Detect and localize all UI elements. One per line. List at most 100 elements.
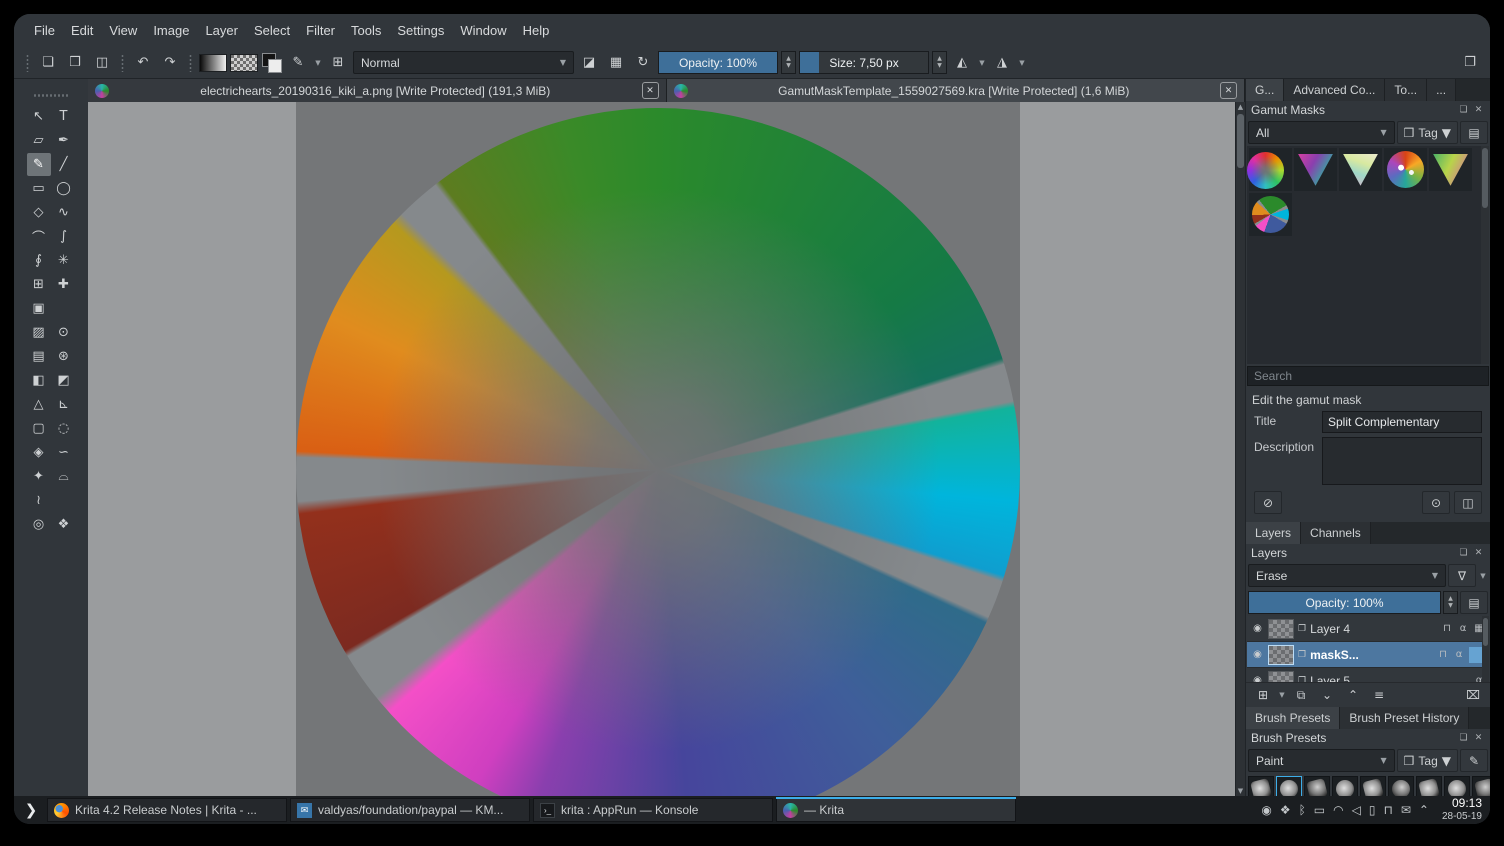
close-docker-icon[interactable]: ✕ [1472,548,1485,558]
undo-button[interactable]: ↶ [131,52,155,74]
document-view[interactable] [296,102,1020,796]
duplicate-layer-button[interactable]: ⧉ [1289,685,1313,705]
visibility-eye-icon[interactable]: ◉ [1251,623,1264,634]
layer-blend-select[interactable]: Erase ▼ [1248,564,1446,587]
taskbar-task[interactable]: — Krita [776,797,1016,822]
visibility-eye-icon[interactable]: ◉ [1251,675,1264,682]
clock[interactable]: 09:13 28-05-19 [1442,797,1482,823]
gamut-mask-thumbnail[interactable] [1247,148,1292,191]
tool-pan[interactable]: ❖ [52,513,76,536]
preserve-alpha-button[interactable]: ▦ [604,52,628,74]
menu-tools[interactable]: Tools [343,20,389,41]
move-layer-down-button[interactable]: ⌄ [1315,685,1339,705]
opacity-slider[interactable]: Opacity: 100% [658,51,778,74]
toolbar-handle[interactable] [120,53,125,72]
layer-filter-caret-icon[interactable]: ▼ [1478,565,1488,587]
mirror-horizontal-caret-icon[interactable]: ▼ [977,52,987,74]
dock-tab-[interactable]: ... [1427,79,1457,101]
save-button[interactable]: ◫ [90,52,114,74]
mirror-horizontal-button[interactable]: ◭ [950,52,974,74]
workspace-grid-button[interactable]: ⊞ [326,52,350,74]
new-document-button[interactable]: ❏ [36,52,60,74]
tool-fill[interactable]: ◧ [27,369,51,392]
close-tab-button[interactable]: ✕ [1220,82,1237,99]
tool-text[interactable]: T [52,105,76,128]
volume-icon[interactable]: ◁ [1352,803,1361,817]
tab-layers[interactable]: Layers [1246,522,1302,544]
tool-rect-select[interactable]: ▢ [27,417,51,440]
menu-help[interactable]: Help [515,20,558,41]
mirror-vertical-caret-icon[interactable]: ▼ [1017,52,1027,74]
tab-brush-preset-history[interactable]: Brush Preset History [1340,707,1470,729]
preview-mask-button[interactable]: ⊙ [1422,491,1450,514]
gamut-mask-thumbnail[interactable] [1339,148,1382,191]
toolbar-handle[interactable] [188,53,193,72]
tool-gradient[interactable]: ▨ [27,321,51,344]
brush-preset-thumbnail[interactable] [1388,776,1414,796]
network-icon[interactable]: ◠ [1333,803,1343,817]
tool-similar-select[interactable]: ✦ [27,465,51,488]
menu-settings[interactable]: Settings [389,20,452,41]
scrollbar-thumb[interactable] [1482,148,1488,208]
brush-tag-button[interactable]: ❒ Tag ▼ [1396,749,1458,772]
mask-title-input[interactable] [1322,411,1482,433]
tag-button[interactable]: ❒ Tag ▼ [1396,121,1458,144]
tool-rectangle[interactable]: ▭ [27,177,51,200]
pattern-chooser[interactable] [230,53,258,72]
brush-preset-thumbnail[interactable] [1444,776,1470,796]
close-docker-icon[interactable]: ✕ [1472,733,1485,743]
toolbar-handle[interactable] [25,53,30,72]
app-launcher-icon[interactable]: ❯ [18,798,44,822]
brush-editor-caret-icon[interactable]: ▼ [313,52,323,74]
close-docker-icon[interactable]: ✕ [1472,105,1485,115]
klipper-icon[interactable]: ❖ [1280,803,1291,817]
tool-pattern-edit[interactable]: ▤ [27,345,51,368]
tool-crop[interactable]: ▣ [27,297,51,320]
brush-editor-button[interactable]: ✎ [286,52,310,74]
dock-tab-g[interactable]: G... [1246,79,1285,101]
menu-select[interactable]: Select [246,20,298,41]
tool-calligraphy[interactable]: ✒ [52,129,76,152]
layer-row[interactable]: ◉ ❐ Layer 4 ⊓ α ▦ [1247,616,1489,642]
layer-thumbnail[interactable] [1268,618,1294,639]
document-tab[interactable]: electrichearts_20190316_kiki_a.png [Writ… [88,79,667,102]
tool-bezier-select[interactable]: ⌓ [52,465,76,488]
bluetooth-icon[interactable]: ᛒ [1299,803,1306,817]
gamut-mask-thumbnail[interactable] [1294,148,1337,191]
mask-description-input[interactable] [1322,437,1482,485]
layer-row[interactable]: ◉ ❐ Layer 5α [1247,668,1489,682]
brush-view-button[interactable]: ✎ [1460,749,1488,772]
save-mask-button[interactable]: ◫ [1454,491,1482,514]
float-docker-icon[interactable]: ❏ [1457,105,1470,115]
menu-filter[interactable]: Filter [298,20,343,41]
alpha-icon[interactable]: α [1457,623,1469,634]
background-color-swatch[interactable] [268,58,282,73]
user-icon[interactable]: ◉ [1261,803,1271,817]
clipboard-icon[interactable]: ▯ [1369,803,1376,817]
open-document-button[interactable]: ❒ [63,52,87,74]
dock-tab-to[interactable]: To... [1385,79,1428,101]
dock-tab-advanced-co[interactable]: Advanced Co... [1284,79,1386,101]
display-icon[interactable]: ▭ [1314,803,1325,817]
tool-assistants[interactable]: △ [27,393,51,416]
search-input[interactable] [1247,366,1489,386]
tool-ellipse[interactable]: ◯ [52,177,76,200]
lock-icon[interactable]: ⊓ [1383,803,1392,817]
opacity-spinner[interactable]: ▲ ▼ [781,51,796,74]
brush-preset-thumbnail[interactable] [1304,776,1330,796]
lock-icon[interactable]: ⊓ [1441,623,1453,634]
gamut-mask-thumbnail[interactable] [1384,148,1427,191]
layer-options-button[interactable]: ▤ [1460,591,1488,614]
scroll-up-icon[interactable]: ▲ [1236,102,1245,112]
brush-preset-thumbnail[interactable] [1416,776,1442,796]
tab-brush-presets[interactable]: Brush Presets [1246,707,1341,729]
gamut-filter-select[interactable]: All ▼ [1248,121,1395,144]
cancel-edit-button[interactable]: ⊘ [1254,491,1282,514]
brush-preset-thumbnail[interactable] [1276,776,1302,796]
tool-freehand-brush[interactable]: ✎ [26,153,51,176]
tool-edit-shapes[interactable]: ▱ [27,129,51,152]
display-settings-button[interactable]: ▤ [1460,121,1488,144]
layer-opacity-spinner[interactable]: ▲ ▼ [1443,591,1458,614]
move-layer-up-button[interactable]: ⌃ [1341,685,1365,705]
brush-preset-thumbnail[interactable] [1360,776,1386,796]
